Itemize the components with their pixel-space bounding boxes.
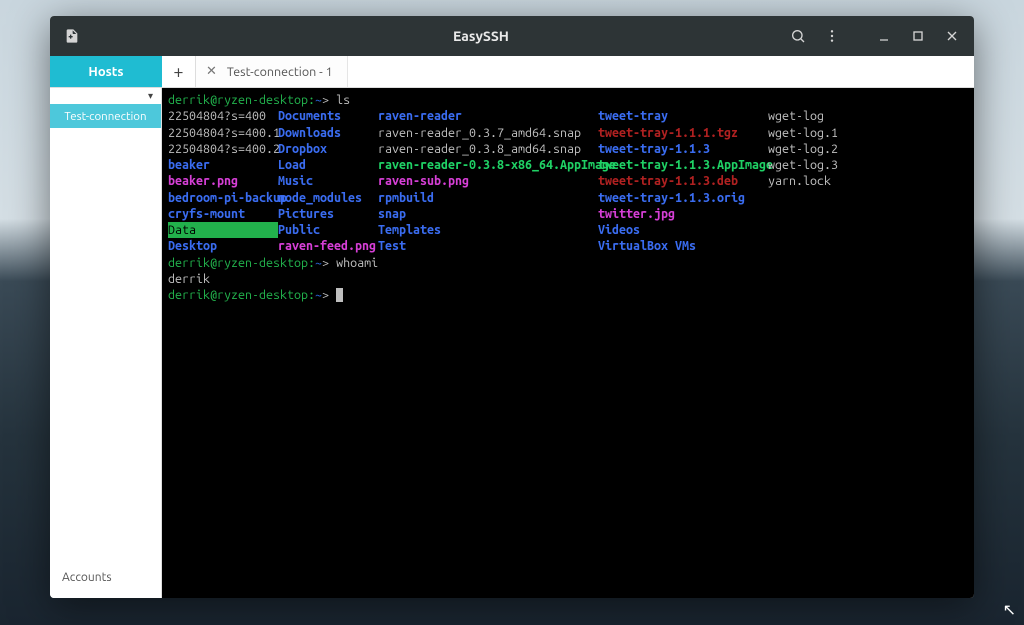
new-file-icon[interactable]: [58, 22, 86, 50]
terminal[interactable]: derrik@ryzen-desktop:~> ls22504804?s=400…: [162, 88, 974, 598]
window-title: EasySSH: [178, 28, 784, 44]
body: ▾ Test-connection Accounts derrik@ryzen-…: [50, 88, 974, 598]
new-tab-button[interactable]: +: [162, 56, 196, 87]
maximize-button[interactable]: [904, 22, 932, 50]
sidebar-item-connection[interactable]: Test-connection: [50, 104, 161, 128]
menu-icon[interactable]: [818, 22, 846, 50]
search-icon[interactable]: [784, 22, 812, 50]
connection-tab[interactable]: ✕ Test-connection - 1: [196, 56, 348, 87]
titlebar: EasySSH: [50, 16, 974, 56]
tab-label: Test-connection - 1: [227, 65, 333, 79]
chevron-down-icon[interactable]: ▾: [50, 88, 161, 104]
cursor-icon: ↖: [1003, 600, 1016, 619]
sidebar: ▾ Test-connection Accounts: [50, 88, 162, 598]
app-window: EasySSH Hosts + ✕ Test-connection -: [50, 16, 974, 598]
close-button[interactable]: [938, 22, 966, 50]
tab-bar: Hosts + ✕ Test-connection - 1: [50, 56, 974, 88]
accounts-button[interactable]: Accounts: [50, 557, 161, 598]
hosts-tab[interactable]: Hosts: [50, 56, 162, 87]
minimize-button[interactable]: [870, 22, 898, 50]
close-tab-icon[interactable]: ✕: [206, 64, 217, 79]
